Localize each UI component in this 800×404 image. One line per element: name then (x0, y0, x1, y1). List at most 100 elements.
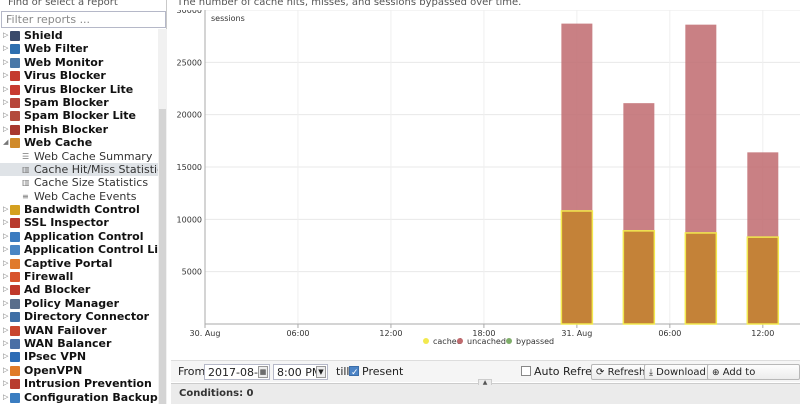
tree-node[interactable]: ▷ IPsec VPN (0, 350, 158, 363)
calendar-icon[interactable]: ▦ (258, 366, 268, 378)
bar-cached[interactable] (746, 236, 780, 325)
tree-node[interactable]: ▷ Captive Portal (0, 257, 158, 270)
tree-node[interactable]: ▷ Virus Blocker (0, 69, 158, 82)
bar-chart-icon: ▥ (22, 164, 30, 174)
bar-uncached[interactable] (747, 152, 779, 238)
legend-marker (457, 338, 463, 344)
filter-reports-input[interactable] (1, 11, 166, 28)
web-cache-icon (10, 138, 20, 149)
tree-node[interactable]: ▷ Spam Blocker (0, 96, 158, 109)
tree-node[interactable]: ▷ Virus Blocker Lite (0, 83, 158, 96)
ssl-inspector-icon (10, 218, 20, 229)
bar-cached[interactable] (560, 210, 594, 325)
collapse-handle-icon[interactable]: ▲ (478, 379, 492, 386)
web-filter-icon (10, 44, 20, 55)
y-tick-label: 10000 (177, 215, 202, 224)
legend-label[interactable]: uncached (467, 337, 506, 346)
tree-node-label: Shield (24, 29, 63, 42)
bandwidth-control-icon (10, 205, 20, 216)
sidebar-scrollbar-thumb[interactable] (159, 109, 166, 404)
spam-blocker-lite-icon (10, 111, 20, 122)
tree-node[interactable]: ▷ Intrusion Prevention (0, 377, 158, 390)
tree-node-label: Web Filter (24, 42, 89, 56)
x-tick-label: 06:00 (658, 329, 681, 338)
bar-uncached[interactable] (623, 103, 655, 231)
tree-leaf[interactable]: ≡ Web Cache Events (0, 190, 158, 203)
from-date-field[interactable]: 2017-08-30 ▦ (204, 364, 270, 395)
present-checkbox-wrap[interactable]: Present (349, 364, 403, 381)
refresh-button[interactable]: ⟳ Refresh (591, 364, 651, 380)
report-description: The number of cache hits, misses, and se… (177, 0, 522, 8)
conditions-panel[interactable]: ▲ Conditions: 0 (171, 379, 800, 404)
shield-icon (10, 31, 20, 41)
tree-node-label: IPsec VPN (24, 350, 87, 364)
tree-node-label: Bandwidth Control (24, 203, 140, 217)
chevron-down-icon[interactable]: ▼ (316, 366, 326, 378)
list-icon: ≡ (22, 191, 29, 201)
legend-label[interactable]: bypassed (516, 337, 554, 346)
tree-leaf-label: Web Cache Events (34, 189, 137, 203)
present-checkbox[interactable] (349, 365, 359, 381)
auto-refresh-checkbox[interactable] (521, 366, 531, 376)
tree-node[interactable]: ◢ Web Cache (0, 136, 158, 149)
refresh-button-label: Refresh (607, 367, 646, 378)
tree-leaf[interactable]: ▥ Cache Hit/Miss Statistics (0, 162, 158, 177)
bar-uncached[interactable] (685, 24, 717, 233)
tree-leaf[interactable]: ▥ Cache Size Statistics (0, 176, 158, 189)
legend-marker (423, 338, 429, 344)
tree-node[interactable]: ▷ OpenVPN (0, 364, 158, 377)
bar-uncached[interactable] (561, 23, 593, 211)
reports-sidebar: Find or select a report ▷Shield▷Web Filt… (0, 0, 167, 404)
x-tick-label: 12:00 (751, 329, 774, 338)
bar-cached[interactable] (684, 232, 718, 325)
tree-node[interactable]: ▷ SSL Inspector (0, 216, 158, 229)
tree-node[interactable]: ▷ Web Monitor (0, 56, 158, 69)
tree-node[interactable]: ▷ WAN Failover (0, 324, 158, 337)
sidebar-scrollbar[interactable] (158, 29, 167, 404)
tree-node[interactable]: ▷ Shield (0, 29, 158, 42)
add-to-dashboard-button[interactable]: ⊕ Add to Dashboard (707, 364, 800, 394)
web-monitor-icon (10, 57, 20, 68)
configuration-backup-icon (10, 392, 20, 403)
bar-chart-icon: ▥ (22, 178, 30, 188)
conditions-label: Conditions: 0 (179, 388, 254, 399)
tree-node[interactable]: ▷ Application Control (0, 230, 158, 243)
tree-node[interactable]: ▷ Application Control Lite (0, 243, 158, 256)
download-button-label: Download (656, 367, 706, 378)
plus-circle-icon: ⊕ (712, 368, 720, 378)
y-axis-label: sessions (211, 14, 245, 23)
tree-node[interactable]: ▷ WAN Balancer (0, 337, 158, 350)
x-tick-label: 30. Aug (190, 329, 221, 338)
tree-node-label: Phish Blocker (24, 122, 109, 136)
tree-node[interactable]: ▷ Spam Blocker Lite (0, 109, 158, 122)
tree-node[interactable]: ▷ Configuration Backup (0, 391, 158, 404)
tree-node[interactable]: ▷ Phish Blocker (0, 123, 158, 136)
from-time-select[interactable]: 8:00 PM ▼ (273, 364, 328, 380)
tree-leaf-label: Cache Hit/Miss Statistics (34, 162, 158, 176)
directory-connector-icon (10, 312, 20, 323)
tree-node[interactable]: ▷ Directory Connector (0, 310, 158, 323)
tree-node[interactable]: ▷ Bandwidth Control (0, 203, 158, 216)
openvpn-icon (10, 365, 20, 376)
tree-node[interactable]: ▷ Web Filter (0, 42, 158, 55)
spam-blocker-icon (10, 97, 20, 108)
wan-failover-icon (10, 325, 20, 336)
tree-leaf[interactable]: ☰ Web Cache Summary (0, 150, 158, 163)
download-button[interactable]: ⤓ Download (644, 364, 711, 380)
tree-node[interactable]: ▷ Policy Manager (0, 297, 158, 310)
virus-blocker-lite-icon (10, 84, 20, 95)
chart-svg: 5000 10000 15000 20000 25000 30000 30. Aug 06:0… (177, 6, 800, 346)
tree-node-label: Web Monitor (24, 55, 104, 69)
tree-node-label: Virus Blocker Lite (24, 82, 134, 96)
bar-cached[interactable] (622, 230, 656, 325)
legend-marker (506, 338, 512, 344)
tree-node-label: Intrusion Prevention (24, 377, 152, 391)
reports-app: Find or select a report ▷Shield▷Web Filt… (0, 0, 800, 404)
tree-node-label: Spam Blocker (24, 95, 109, 109)
tree-node[interactable]: ▷ Firewall (0, 270, 158, 283)
ad-blocker-icon (10, 285, 20, 296)
tree-node[interactable]: ▷ Ad Blocker (0, 283, 158, 296)
captive-portal-icon (10, 258, 20, 269)
tree-node-label: Ad Blocker (24, 283, 91, 297)
tree-node-label: Spam Blocker Lite (24, 109, 136, 123)
